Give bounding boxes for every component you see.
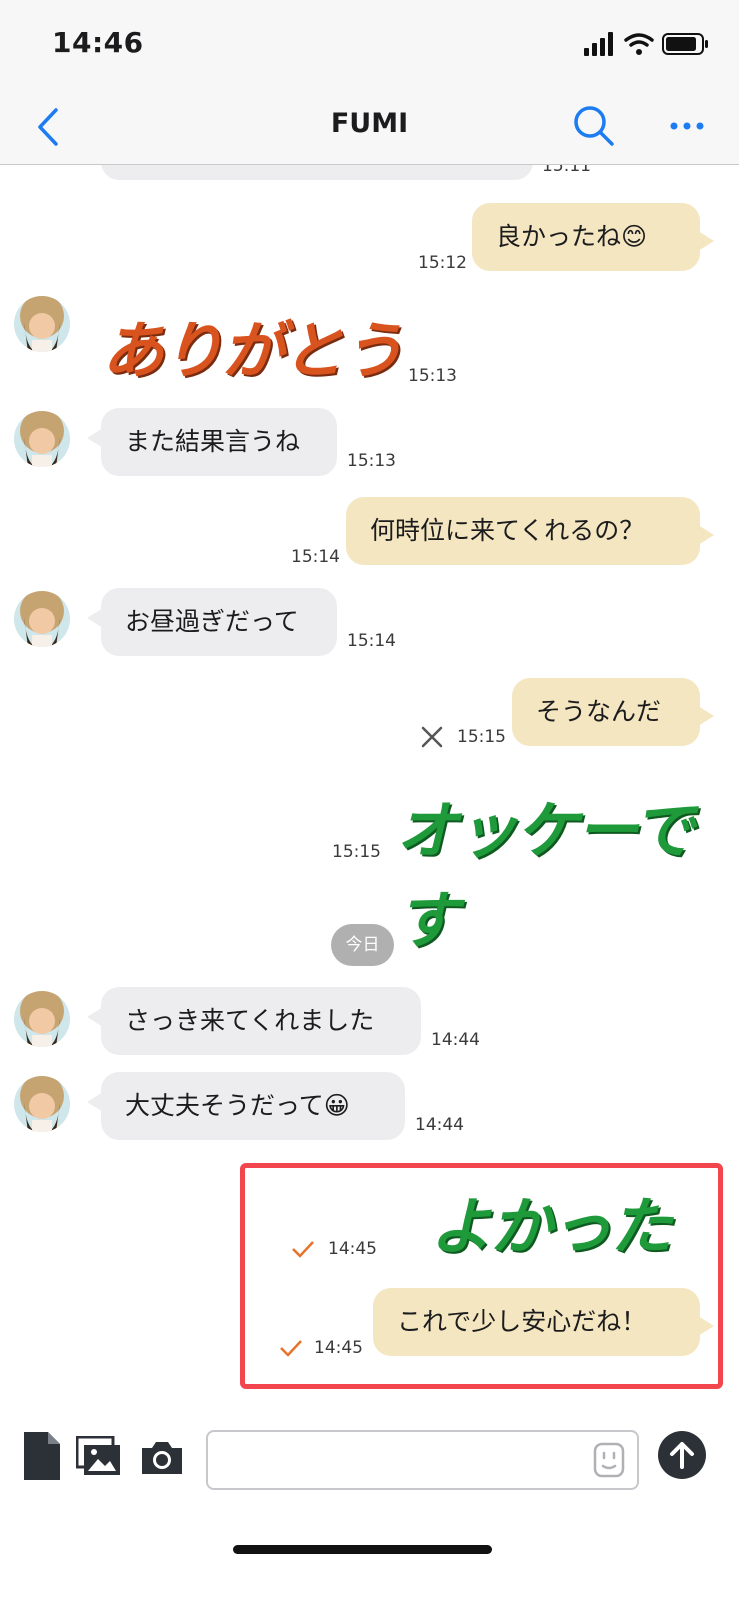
search-icon[interactable] — [572, 104, 616, 148]
message-bubble-outgoing[interactable]: そうなんだ — [512, 678, 714, 746]
sticker-arigatou[interactable]: ありがとう — [102, 300, 404, 390]
camera-icon[interactable] — [138, 1440, 186, 1480]
sticker-yokatta[interactable]: よかった — [430, 1176, 672, 1266]
message-time: 15:14 — [347, 631, 396, 651]
message-bubble-incoming[interactable]: さっき来てくれました — [87, 987, 421, 1055]
failed-close-icon[interactable] — [420, 725, 444, 749]
message-time: 14:45 — [314, 1338, 363, 1358]
message-time: 15:12 — [418, 253, 467, 273]
contact-avatar[interactable] — [14, 991, 70, 1047]
sticker-face-icon[interactable] — [593, 1442, 625, 1478]
more-options-icon[interactable] — [668, 112, 706, 140]
contact-avatar[interactable] — [14, 1076, 70, 1132]
home-indicator — [233, 1545, 492, 1554]
status-bar: 14:46 — [0, 0, 739, 92]
message-bubble-outgoing[interactable]: 何時位に来てくれるの？ — [346, 497, 714, 565]
message-bubble-outgoing[interactable]: これで少し安心だね！ — [373, 1288, 714, 1356]
date-divider: 今日 — [331, 924, 394, 966]
wifi-icon — [624, 33, 654, 47]
message-bubble-incoming[interactable]: また結果言うね — [87, 408, 337, 476]
chat-area: 15:11 良かったね😊 15:12 ありがとう 15:13 また結果言うね 1… — [0, 0, 739, 1600]
status-time: 14:46 — [52, 26, 144, 59]
message-bubble-incoming[interactable]: 大丈夫そうだって😀 — [87, 1072, 405, 1140]
message-time: 14:44 — [415, 1115, 464, 1135]
file-icon[interactable] — [22, 1430, 62, 1486]
cellular-signal-icon — [584, 32, 613, 56]
message-time: 15:15 — [332, 842, 381, 862]
battery-icon — [662, 33, 708, 55]
message-time: 15:15 — [457, 727, 506, 747]
photo-icon[interactable] — [75, 1435, 122, 1482]
message-input[interactable] — [208, 1432, 606, 1488]
contact-avatar[interactable] — [14, 591, 70, 647]
message-bubble-outgoing[interactable]: 良かったね😊 — [472, 203, 714, 271]
sticker-okkedesu[interactable]: オッケーです — [396, 780, 739, 960]
message-input-field[interactable] — [206, 1430, 639, 1490]
message-time: 15:13 — [408, 366, 457, 386]
arrow-up-icon — [670, 1442, 694, 1469]
message-time: 15:14 — [291, 547, 340, 567]
read-check-icon — [291, 1239, 315, 1259]
read-check-icon — [279, 1338, 303, 1358]
message-time: 14:44 — [431, 1030, 480, 1050]
nav-bar: FUMI — [0, 92, 739, 165]
conversation-title: FUMI — [330, 108, 409, 139]
contact-avatar[interactable] — [14, 296, 70, 352]
message-bubble-incoming[interactable]: お昼過ぎだって — [87, 588, 337, 656]
send-button[interactable] — [658, 1431, 706, 1479]
contact-avatar[interactable] — [14, 411, 70, 467]
status-icons — [584, 30, 709, 58]
message-time: 15:13 — [347, 451, 396, 471]
message-time: 14:45 — [328, 1239, 377, 1259]
